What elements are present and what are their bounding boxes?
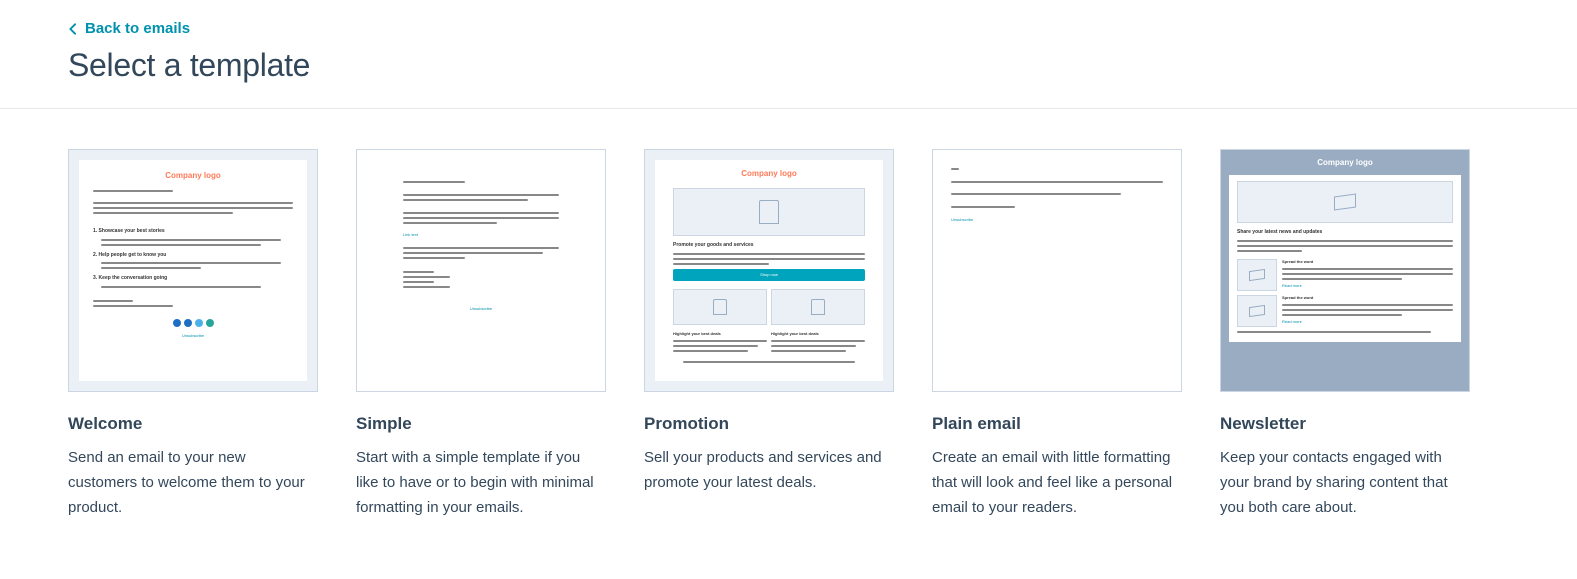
social-icons	[93, 319, 293, 327]
template-card-welcome[interactable]: Company logo 1. Showcase your best stori…	[68, 149, 318, 520]
template-description: Sell your products and services and prom…	[644, 446, 894, 496]
back-to-emails-link[interactable]: Back to emails	[68, 20, 190, 37]
template-card-plain[interactable]: Unsubscribe Plain email Create an email …	[932, 149, 1182, 520]
page-header: Back to emails Select a template	[0, 0, 1577, 109]
template-description: Send an email to your new customers to w…	[68, 446, 318, 520]
template-title: Plain email	[932, 414, 1182, 434]
template-title: Welcome	[68, 414, 318, 434]
template-description: Create an email with little formatting t…	[932, 446, 1182, 520]
template-thumbnail-simple: Link text Unsubscribe	[356, 149, 606, 392]
template-title: Simple	[356, 414, 606, 434]
template-card-newsletter[interactable]: Company logo Share your latest news and …	[1220, 149, 1470, 520]
template-description: Start with a simple template if you like…	[356, 446, 606, 520]
preview-logo: Company logo	[93, 170, 293, 182]
template-card-simple[interactable]: Link text Unsubscribe Simple Start with …	[356, 149, 606, 520]
preview-logo: Company logo	[1229, 158, 1461, 167]
template-title: Newsletter	[1220, 414, 1470, 434]
template-thumbnail-newsletter: Company logo Share your latest news and …	[1220, 149, 1470, 392]
preview-logo: Company logo	[673, 168, 865, 180]
template-thumbnail-plain: Unsubscribe	[932, 149, 1182, 392]
template-description: Keep your contacts engaged with your bra…	[1220, 446, 1470, 520]
template-card-promotion[interactable]: Company logo Promote your goods and serv…	[644, 149, 894, 520]
chevron-left-icon	[68, 23, 77, 35]
template-title: Promotion	[644, 414, 894, 434]
template-thumbnail-promotion: Company logo Promote your goods and serv…	[644, 149, 894, 392]
back-link-label: Back to emails	[85, 20, 190, 37]
templates-grid: Company logo 1. Showcase your best stori…	[0, 109, 1577, 560]
template-thumbnail-welcome: Company logo 1. Showcase your best stori…	[68, 149, 318, 392]
page-title: Select a template	[68, 47, 1509, 84]
